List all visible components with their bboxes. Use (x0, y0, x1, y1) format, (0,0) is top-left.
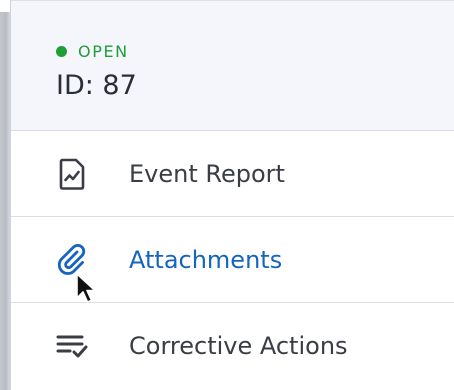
checklist-icon (55, 329, 89, 363)
record-id: ID: 87 (56, 70, 137, 101)
menu-item-attachments[interactable]: Attachments (11, 217, 454, 303)
page: OPEN ID: 87 Event Report Attachments Cor… (0, 0, 454, 390)
status-badge: OPEN (78, 42, 129, 61)
menu-item-label: Event Report (129, 159, 285, 188)
menu-item-corrective-actions[interactable]: Corrective Actions (11, 303, 454, 389)
record-panel: OPEN ID: 87 Event Report Attachments Cor… (10, 0, 454, 390)
menu-item-event-report[interactable]: Event Report (11, 131, 454, 217)
document-chart-icon (55, 157, 89, 191)
side-panel-edge (0, 12, 10, 390)
status-dot-icon (56, 46, 67, 57)
paperclip-icon (55, 243, 89, 277)
menu-item-label: Attachments (129, 245, 283, 274)
status-row: OPEN (56, 42, 129, 61)
record-header: OPEN ID: 87 (11, 1, 454, 131)
menu-item-label: Corrective Actions (129, 332, 348, 360)
record-menu: Event Report Attachments Corrective Acti… (11, 131, 454, 389)
